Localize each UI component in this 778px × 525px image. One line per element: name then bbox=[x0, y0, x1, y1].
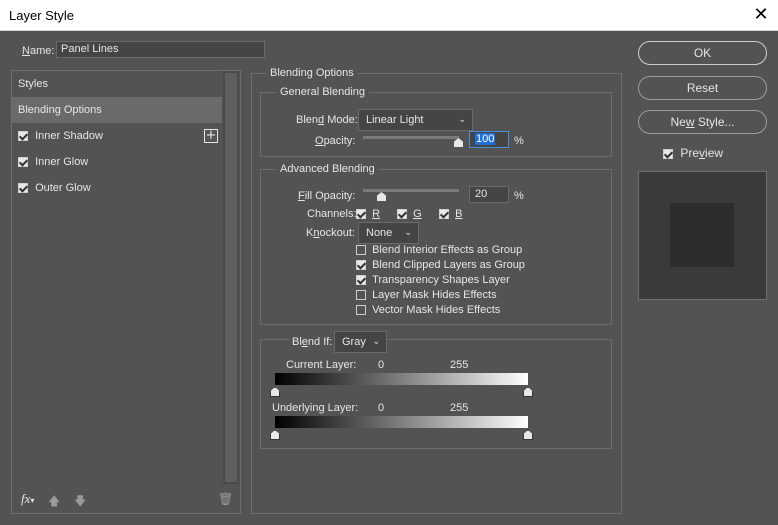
knockout-select[interactable]: None ⌄ bbox=[358, 222, 419, 244]
opacity-input[interactable]: 100 bbox=[469, 131, 509, 148]
blend-interior-label: Blend Interior Effects as Group bbox=[372, 244, 523, 256]
channel-r-label: R bbox=[372, 208, 381, 220]
arrow-up-icon[interactable]: 🡅 bbox=[48, 492, 60, 513]
fill-opacity-unit: % bbox=[514, 190, 524, 202]
styles-header[interactable]: Styles bbox=[12, 71, 222, 97]
style-item-blending-options[interactable]: Blending Options bbox=[12, 97, 222, 123]
channels-label: Channels: bbox=[307, 208, 357, 220]
blend-clipped-label: Blend Clipped Layers as Group bbox=[372, 259, 525, 271]
current-layer-label: Current Layer: bbox=[286, 359, 357, 371]
inner-shadow-checkbox[interactable] bbox=[18, 131, 28, 142]
blend-if-group bbox=[260, 339, 612, 449]
ok-button[interactable]: OK bbox=[638, 41, 767, 65]
underlying-layer-high: 255 bbox=[450, 402, 469, 414]
blend-mode-select[interactable]: Linear Light ⌄ bbox=[358, 109, 473, 131]
preview-swatch bbox=[670, 203, 734, 267]
current-layer-high: 255 bbox=[450, 359, 469, 371]
layer-mask-hides-label: Layer Mask Hides Effects bbox=[372, 289, 497, 301]
channel-b-label: B bbox=[455, 208, 463, 220]
transparency-shapes-checkbox[interactable] bbox=[356, 275, 366, 286]
opacity-value: 100 bbox=[475, 133, 496, 145]
blend-if-value: Gray bbox=[342, 336, 366, 348]
general-blending-title: General Blending bbox=[276, 86, 370, 98]
fill-opacity-input[interactable]: 20 bbox=[469, 186, 509, 203]
blend-clipped-checkbox[interactable] bbox=[356, 260, 366, 271]
advanced-blending-title: Advanced Blending bbox=[276, 163, 379, 175]
blend-interior-checkbox[interactable] bbox=[356, 245, 366, 256]
title-bar bbox=[0, 0, 778, 31]
fill-opacity-label: Fill Opacity: bbox=[298, 190, 356, 202]
blending-options-title: Blending Options bbox=[266, 67, 358, 79]
chevron-down-icon: ⌄ bbox=[372, 337, 380, 347]
styles-scrollbar-thumb[interactable] bbox=[225, 73, 237, 482]
channel-b[interactable]: B bbox=[439, 208, 462, 220]
reset-button[interactable]: Reset bbox=[638, 76, 767, 100]
inner-glow-checkbox[interactable] bbox=[18, 157, 28, 168]
knockout-label: Knockout: bbox=[306, 227, 355, 239]
blend-if-select[interactable]: Gray ⌄ bbox=[334, 331, 387, 353]
vector-mask-hides-label: Vector Mask Hides Effects bbox=[372, 304, 501, 316]
chevron-down-icon: ⌄ bbox=[404, 228, 412, 238]
arrow-down-icon[interactable]: 🡇 bbox=[74, 492, 86, 513]
fill-opacity-slider-track[interactable] bbox=[363, 189, 459, 192]
opacity-slider-track[interactable] bbox=[363, 136, 459, 139]
blend-mode-label: Blend Mode: bbox=[296, 114, 358, 126]
add-inner-shadow-button[interactable]: + bbox=[204, 129, 218, 143]
new-style-button[interactable]: New Style... bbox=[638, 110, 767, 134]
window-title: Layer Style bbox=[9, 8, 75, 23]
style-item-label: Inner Glow bbox=[35, 156, 89, 168]
preview-checkbox[interactable] bbox=[663, 148, 673, 159]
chevron-down-icon: ⌄ bbox=[458, 115, 466, 125]
styles-header-label: Styles bbox=[18, 78, 48, 90]
preview-option[interactable]: Preview bbox=[663, 146, 723, 160]
trash-icon[interactable]: 🗑 bbox=[218, 492, 233, 506]
style-item-outer-glow[interactable]: Outer Glow bbox=[12, 175, 222, 201]
style-item-label: Inner Shadow bbox=[35, 130, 103, 142]
channel-r-checkbox[interactable] bbox=[356, 209, 366, 220]
underlying-layer-gradient bbox=[275, 416, 528, 428]
option-transparency-shapes[interactable]: Transparency Shapes Layer bbox=[356, 274, 510, 286]
knockout-value: None bbox=[366, 227, 393, 239]
close-button[interactable]: ✕ bbox=[748, 3, 774, 28]
style-item-inner-glow[interactable]: Inner Glow bbox=[12, 149, 222, 175]
option-vector-mask-hides[interactable]: Vector Mask Hides Effects bbox=[356, 304, 500, 316]
option-blend-clipped[interactable]: Blend Clipped Layers as Group bbox=[356, 259, 525, 271]
channel-r[interactable]: R bbox=[356, 208, 380, 220]
fx-icon[interactable]: fx▾ bbox=[21, 491, 34, 507]
underlying-layer-low: 0 bbox=[378, 402, 385, 414]
transparency-shapes-label: Transparency Shapes Layer bbox=[372, 274, 510, 286]
blend-mode-value: Linear Light bbox=[366, 114, 424, 126]
channel-b-checkbox[interactable] bbox=[439, 209, 449, 220]
underlying-layer-label: Underlying Layer: bbox=[272, 402, 359, 414]
current-layer-gradient bbox=[275, 373, 528, 385]
name-input[interactable]: Panel Lines bbox=[56, 41, 265, 58]
channel-g[interactable]: G bbox=[397, 208, 422, 220]
option-blend-interior[interactable]: Blend Interior Effects as Group bbox=[356, 244, 522, 256]
vector-mask-hides-checkbox[interactable] bbox=[356, 305, 366, 316]
option-layer-mask-hides[interactable]: Layer Mask Hides Effects bbox=[356, 289, 497, 301]
channel-g-label: G bbox=[413, 208, 422, 220]
style-item-label: Blending Options bbox=[18, 104, 102, 116]
opacity-label: Opacity: bbox=[315, 135, 356, 147]
channel-g-checkbox[interactable] bbox=[397, 209, 407, 220]
preview-label: Preview bbox=[680, 146, 724, 160]
name-label: Name: bbox=[22, 45, 55, 57]
style-item-label: Outer Glow bbox=[35, 182, 91, 194]
layer-mask-hides-checkbox[interactable] bbox=[356, 290, 366, 301]
opacity-unit: % bbox=[514, 135, 524, 147]
current-layer-low: 0 bbox=[378, 359, 385, 371]
outer-glow-checkbox[interactable] bbox=[18, 183, 28, 194]
style-item-inner-shadow[interactable]: Inner Shadow bbox=[12, 123, 222, 149]
blend-if-label: Blend If: bbox=[289, 336, 336, 348]
